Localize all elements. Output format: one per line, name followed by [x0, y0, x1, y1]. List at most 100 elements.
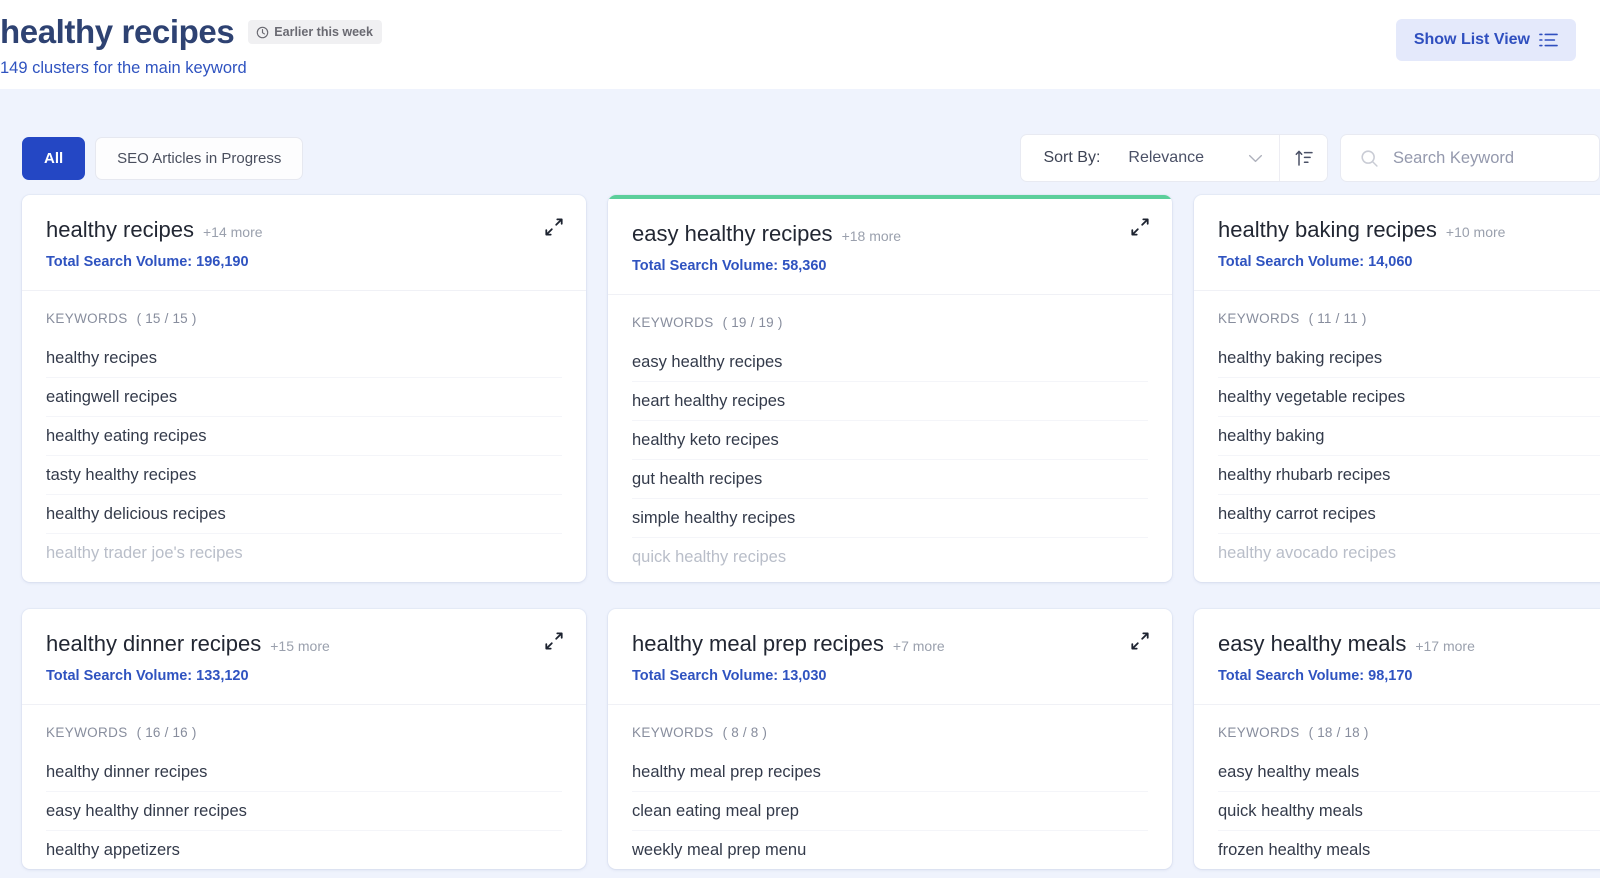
keyword-item[interactable]: weekly meal prep menu [632, 831, 1148, 869]
card-header: healthy recipes+14 more Total Search Volu… [22, 195, 586, 291]
keywords-count: ( 19 / 19 ) [723, 315, 783, 330]
keywords-label: KEYWORDS [46, 311, 128, 326]
keyword-item[interactable]: healthy recipes [46, 339, 562, 378]
show-list-view-button[interactable]: Show List View [1396, 19, 1576, 61]
keyword-item[interactable]: healthy baking [1218, 417, 1600, 456]
tab-all[interactable]: All [22, 137, 85, 180]
expand-icon [1130, 217, 1154, 237]
cluster-card[interactable]: healthy meal prep recipes+7 more Total Se… [608, 609, 1172, 869]
expand-button[interactable] [544, 629, 568, 653]
keywords-header: KEYWORDS ( 8 / 8 ) [632, 725, 1148, 740]
keyword-item[interactable]: healthy dinner recipes [46, 753, 562, 792]
status-badge: Earlier this week [248, 20, 382, 44]
page-header: healthy recipes Earlier this week 149 cl… [0, 0, 1600, 89]
keywords-header: KEYWORDS( 11 / 11 ) [1218, 311, 1600, 326]
cluster-card[interactable]: easy healthy meals+17 moreTotal Search V… [1194, 609, 1600, 869]
keywords-count: ( 8 / 8 ) [723, 725, 768, 740]
filter-tabs: All SEO Articles in Progress [22, 137, 303, 180]
card-header: healthy dinner recipes+15 moreTotal Sear… [22, 609, 586, 705]
clock-icon [256, 26, 269, 39]
card-title-row: healthy recipes+14 more [46, 216, 562, 244]
card-body: KEYWORDS( 18 / 18 )easy healthy mealsqui… [1194, 705, 1600, 869]
card-title: healthy recipes [46, 216, 194, 244]
expand-icon [544, 631, 568, 651]
cluster-card[interactable]: easy healthy recipes+18 moreTotal Search… [608, 195, 1172, 582]
keyword-item[interactable]: healthy delicious recipes [46, 495, 562, 534]
sort-control-group: Sort By: Relevance [1020, 134, 1328, 182]
keyword-item[interactable]: quick healthy meals [1218, 792, 1600, 831]
keyword-item[interactable]: healthy appetizers [46, 831, 562, 869]
keywords-header: KEYWORDS( 19 / 19 ) [632, 315, 1148, 330]
keywords-label: KEYWORDS [46, 725, 128, 740]
page-title: healthy recipes [0, 12, 234, 52]
keyword-item[interactable]: healthy vegetable recipes [1218, 378, 1600, 417]
status-badge-label: Earlier this week [274, 25, 373, 39]
card-header: easy healthy meals+17 moreTotal Search V… [1194, 609, 1600, 705]
keyword-item[interactable]: easy healthy dinner recipes [46, 792, 562, 831]
keyword-list: healthy baking recipeshealthy vegetable … [1218, 339, 1600, 573]
keyword-item[interactable]: tasty healthy recipes [46, 456, 562, 495]
total-search-volume: Total Search Volume: 196,190 [46, 253, 562, 272]
keywords-count: ( 15 / 15 ) [137, 311, 197, 326]
keyword-item[interactable]: frozen healthy meals [1218, 831, 1600, 869]
title-row: healthy recipes Earlier this week [0, 8, 1576, 52]
keyword-item[interactable]: easy healthy recipes [632, 343, 1148, 382]
keyword-item[interactable]: healthy eating recipes [46, 417, 562, 456]
card-header: healthy meal prep recipes+7 more Total Se… [608, 609, 1172, 705]
keyword-item[interactable]: healthy avocado recipes [1218, 534, 1600, 573]
keyword-list: easy healthy mealsquick healthy mealsfro… [1218, 753, 1600, 869]
keywords-count: ( 16 / 16 ) [137, 725, 197, 740]
search-input[interactable] [1393, 149, 1583, 168]
keyword-item[interactable]: eatingwell recipes [46, 378, 562, 417]
card-body: KEYWORDS( 19 / 19 )easy healthy recipesh… [608, 295, 1172, 582]
card-title: healthy baking recipes [1218, 216, 1437, 244]
keyword-list: healthy recipeseatingwell recipeshealthy… [46, 339, 562, 573]
keywords-header: KEYWORDS ( 16 / 16 ) [46, 725, 562, 740]
tab-seo-articles-in-progress[interactable]: SEO Articles in Progress [95, 137, 303, 180]
total-search-volume: Total Search Volume: 98,170 [1218, 667, 1600, 686]
keyword-item[interactable]: healthy meal prep recipes [632, 753, 1148, 792]
search-icon [1360, 149, 1379, 168]
expand-button[interactable] [1130, 215, 1154, 239]
card-body: KEYWORDS ( 16 / 16 ) healthy dinner recipe… [22, 705, 586, 869]
card-title-row: healthy meal prep recipes+7 more [632, 630, 1148, 658]
total-search-volume: Total Search Volume: 13,030 [632, 667, 1148, 686]
expand-icon [1130, 631, 1154, 651]
keyword-item[interactable]: quick healthy recipes [632, 538, 1148, 577]
card-header: easy healthy recipes+18 moreTotal Search… [608, 199, 1172, 295]
sort-by-label: Sort By: [1021, 135, 1114, 181]
keywords-count: ( 11 / 11 ) [1309, 311, 1367, 326]
keywords-label: KEYWORDS [632, 725, 714, 740]
total-search-volume: Total Search Volume: 133,120 [46, 667, 562, 686]
card-more-count: +15 more [270, 638, 330, 654]
sort-select-value: Relevance [1128, 149, 1204, 167]
card-more-count: +18 more [842, 228, 902, 244]
expand-button[interactable] [544, 215, 568, 239]
keyword-item[interactable]: healthy baking recipes [1218, 339, 1600, 378]
keyword-list: healthy dinner recipeseasy healthy dinne… [46, 753, 562, 869]
cluster-card[interactable]: healthy dinner recipes +15 more Total Sear… [22, 609, 586, 869]
card-body: KEYWORDS ( 15 / 15 ) healthy recipeseating… [22, 291, 586, 582]
keyword-item[interactable]: heart healthy recipes [632, 382, 1148, 421]
search-keyword-box[interactable] [1340, 134, 1600, 182]
chevron-down-icon [1248, 154, 1263, 163]
keyword-item[interactable]: easy healthy meals [1218, 753, 1600, 792]
cluster-card[interactable]: healthy recipes+14 more Total Search Volu… [22, 195, 586, 582]
keyword-item[interactable]: gut health recipes [632, 460, 1148, 499]
keyword-item[interactable]: healthy keto recipes [632, 421, 1148, 460]
sort-select[interactable]: Relevance [1114, 135, 1279, 181]
keyword-item[interactable]: simple healthy recipes [632, 499, 1148, 538]
keyword-item[interactable]: clean eating meal prep [632, 792, 1148, 831]
keywords-count: ( 18 / 18 ) [1309, 725, 1369, 740]
keyword-item[interactable]: healthy rhubarb recipes [1218, 456, 1600, 495]
keyword-list: easy healthy recipesheart healthy recipe… [632, 343, 1148, 577]
card-title-row: healthy baking recipes+10 more [1218, 216, 1600, 244]
sort-direction-button[interactable] [1279, 135, 1327, 181]
card-title: easy healthy meals [1218, 630, 1406, 658]
keyword-item[interactable]: healthy carrot recipes [1218, 495, 1600, 534]
expand-button[interactable] [1130, 629, 1154, 653]
cluster-card[interactable]: healthy baking recipes+10 moreTotal Sear… [1194, 195, 1600, 582]
card-header: healthy baking recipes+10 moreTotal Sear… [1194, 195, 1600, 291]
cluster-card-grid: healthy recipes+14 more Total Search Volu… [0, 195, 1600, 869]
keyword-item[interactable]: healthy trader joe's recipes [46, 534, 562, 573]
